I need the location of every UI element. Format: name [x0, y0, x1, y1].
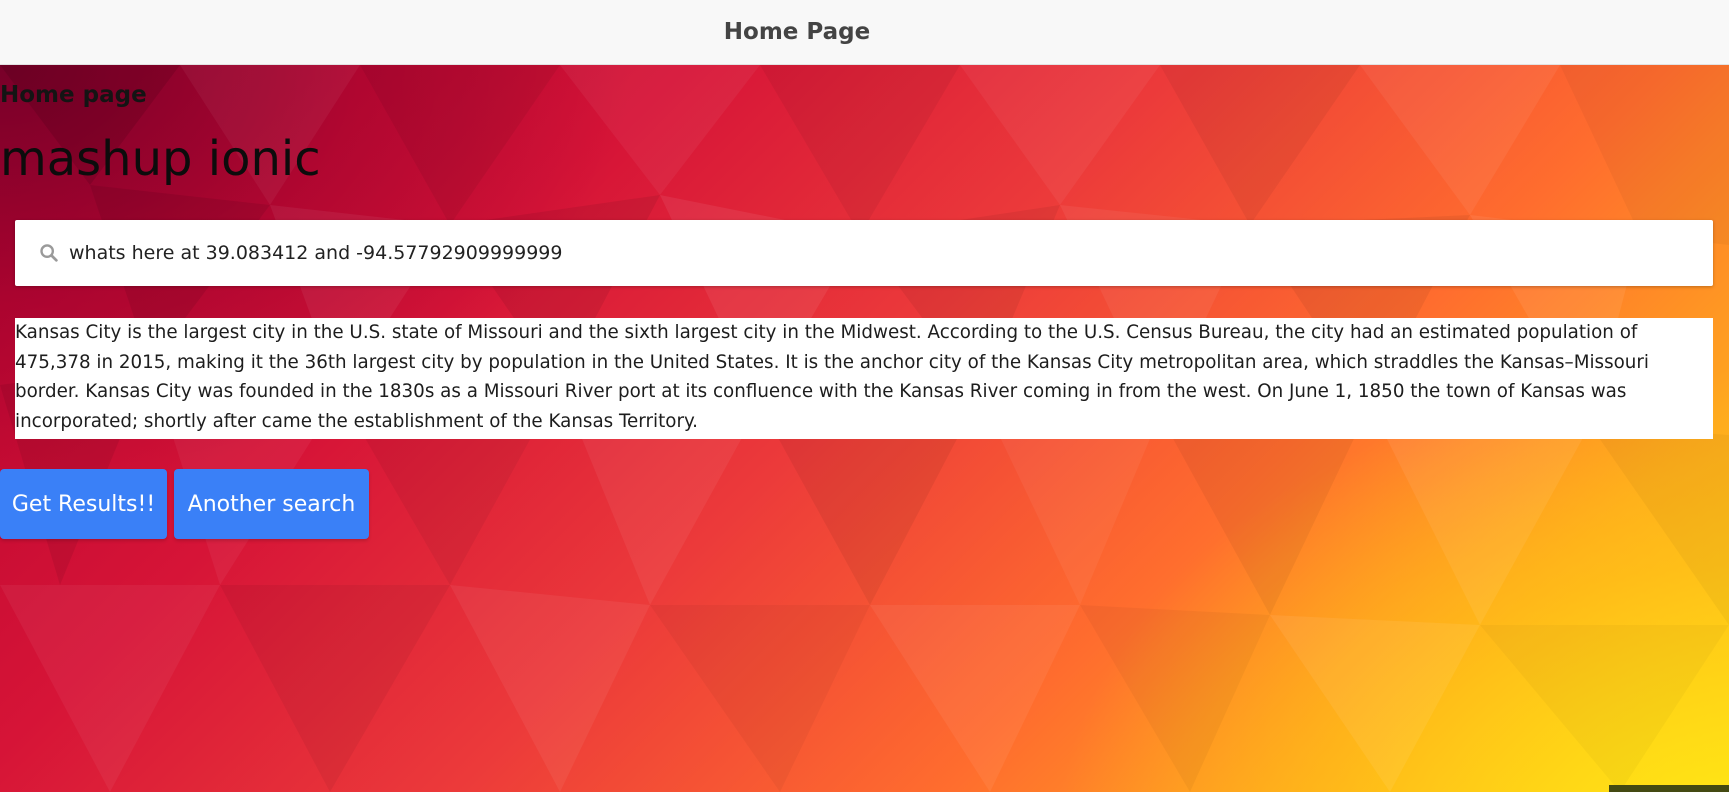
- app-window: Home Page Home page mashup ionic whats h…: [0, 0, 1729, 792]
- search-input[interactable]: [69, 233, 1689, 273]
- search-bar[interactable]: [15, 220, 1713, 286]
- corner-strip: [1609, 785, 1729, 792]
- content-area: Home page mashup ionic Kansas City is th…: [0, 65, 1729, 792]
- header-toolbar: Home Page: [0, 0, 1729, 65]
- home-page-label: Home page: [0, 82, 147, 108]
- search-icon: [40, 244, 58, 262]
- result-summary-text: Kansas City is the largest city in the U…: [15, 318, 1713, 439]
- get-results-button[interactable]: Get Results!!: [0, 469, 167, 539]
- page-heading: mashup ionic: [0, 131, 321, 187]
- toolbar-title: Home Page: [723, 19, 871, 45]
- another-search-button[interactable]: Another search: [174, 469, 369, 539]
